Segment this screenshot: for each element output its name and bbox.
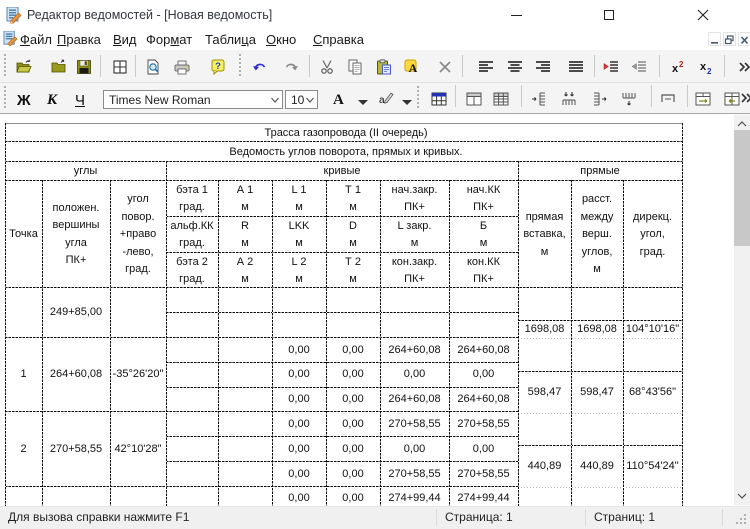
svg-text:x: x xyxy=(672,63,679,75)
svg-text:a: a xyxy=(379,95,385,106)
svg-text:2: 2 xyxy=(707,67,712,75)
svg-text:A: A xyxy=(409,61,418,75)
svg-text:2: 2 xyxy=(679,60,684,69)
svg-text:x: x xyxy=(700,61,707,73)
svg-text:?: ? xyxy=(215,61,221,72)
